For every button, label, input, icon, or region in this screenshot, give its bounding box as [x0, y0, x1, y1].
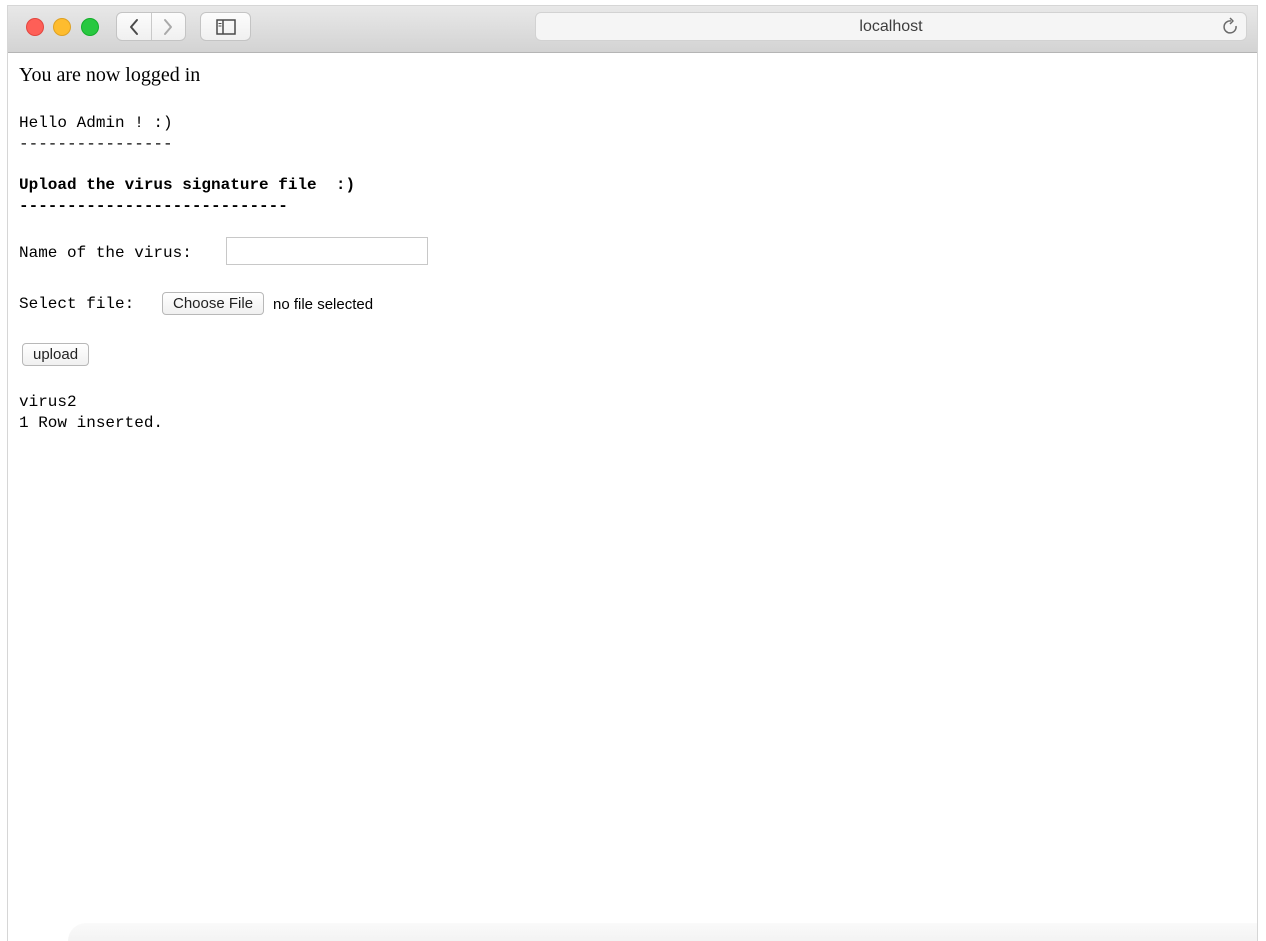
virus-name-input[interactable] — [226, 237, 428, 265]
reload-icon[interactable] — [1222, 17, 1240, 37]
navigation-buttons — [116, 12, 186, 41]
minimize-window-button[interactable] — [53, 18, 71, 36]
close-window-button[interactable] — [26, 18, 44, 36]
greeting-divider: ---------------- — [19, 135, 173, 153]
virus-name-label: Name of the virus: — [19, 244, 192, 262]
show-sidebar-button[interactable] — [200, 12, 251, 41]
forward-button[interactable] — [150, 13, 186, 40]
back-button[interactable] — [117, 13, 151, 40]
file-selection-status: no file selected — [273, 296, 374, 313]
result-virus-name: virus2 — [19, 393, 77, 411]
choose-file-button[interactable]: Choose File — [162, 292, 265, 315]
address-text: localhost — [859, 18, 923, 35]
upload-heading: Upload the virus signature file :) — [19, 176, 356, 194]
sidebar-icon — [215, 18, 236, 35]
address-bar[interactable]: localhost — [535, 12, 1247, 41]
upload-button[interactable]: upload — [22, 343, 90, 366]
select-file-label: Select file: — [19, 295, 135, 313]
browser-toolbar: localhost — [8, 6, 1257, 53]
zoom-window-button[interactable] — [81, 18, 99, 36]
window-bottom-edge — [68, 923, 1257, 941]
greeting-text: Hello Admin ! :) — [19, 114, 173, 132]
result-message: 1 Row inserted. — [19, 414, 164, 432]
chevron-left-icon — [129, 18, 138, 35]
upload-divider: ---------------------------- — [19, 197, 288, 215]
browser-window: localhost You are now logged in Hello Ad… — [8, 6, 1257, 941]
chevron-right-icon — [164, 18, 173, 35]
login-status-heading: You are now logged in — [19, 64, 201, 86]
